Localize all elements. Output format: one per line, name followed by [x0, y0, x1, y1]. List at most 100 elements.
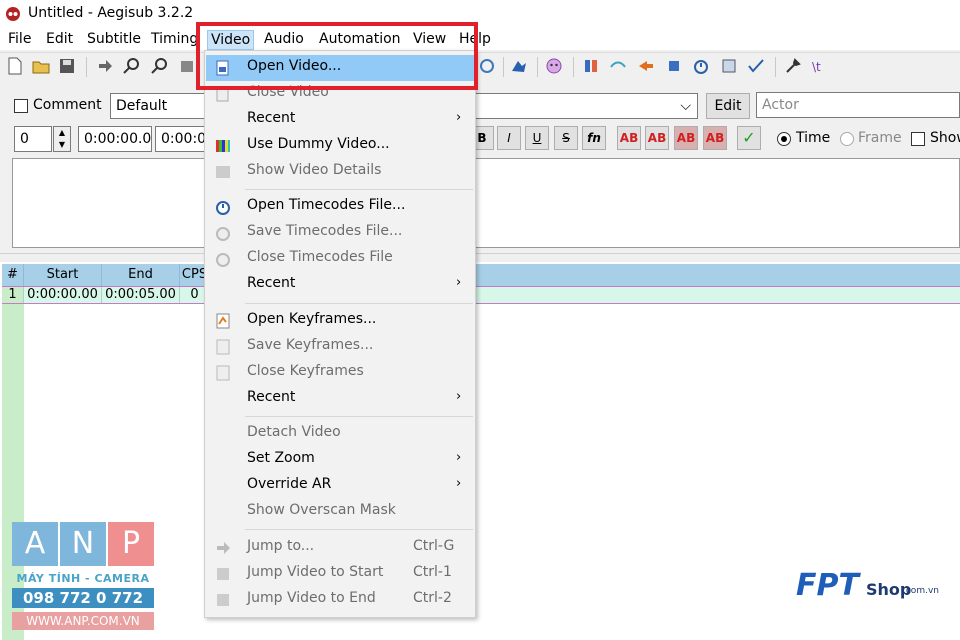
italic-button[interactable]: I — [497, 126, 521, 150]
keyframes-icon — [216, 313, 230, 329]
secondary-color-button[interactable]: AB — [645, 126, 669, 150]
layer-spinner[interactable]: ▲ ▼ — [53, 126, 71, 152]
menu-item-dummy-video[interactable]: Use Dummy Video... — [206, 133, 474, 159]
spellcheck-icon[interactable] — [747, 57, 765, 75]
automation-icon[interactable]: \t — [811, 57, 829, 75]
menu-item-save-keyframes[interactable]: Save Keyframes... — [206, 334, 474, 360]
menu-item-override-ar[interactable]: Override AR › — [206, 473, 474, 499]
comment-checkbox[interactable] — [14, 99, 28, 113]
submenu-arrow-icon: › — [456, 110, 462, 125]
save-keyframes-icon — [216, 339, 230, 355]
menu-item-label: Show Overscan Mask — [247, 502, 396, 518]
jump-end-icon — [217, 594, 229, 606]
menu-item-overscan-mask[interactable]: Show Overscan Mask — [206, 499, 474, 525]
anp-letter-p: P — [108, 522, 154, 566]
submenu-arrow-icon: › — [456, 389, 462, 404]
menu-item-close-keyframes[interactable]: Close Keyframes — [206, 360, 474, 386]
frame-radio[interactable] — [840, 132, 854, 146]
subtitle-text-editor[interactable] — [12, 158, 960, 248]
frame-radio-label: Frame — [858, 130, 902, 146]
save-icon[interactable] — [58, 57, 76, 75]
jump-arrow-icon — [217, 542, 230, 554]
resample-icon[interactable] — [478, 57, 496, 75]
options-icon[interactable] — [784, 57, 802, 75]
shadow-color-button[interactable]: AB — [703, 126, 727, 150]
grid-header-start: Start — [24, 264, 102, 286]
aegisub-app-icon — [6, 7, 20, 21]
menu-separator — [245, 416, 473, 417]
show-original-checkbox[interactable] — [911, 132, 925, 146]
menu-item-label: Save Timecodes File... — [247, 223, 403, 239]
menu-separator — [245, 189, 473, 190]
window-title: Untitled - Aegisub 3.2.2 — [28, 5, 194, 21]
menu-item-save-timecodes[interactable]: Save Timecodes File... — [206, 220, 474, 246]
snapshot-icon[interactable] — [178, 57, 196, 75]
menu-item-open-timecodes[interactable]: Open Timecodes File... — [206, 194, 474, 220]
menu-item-recent-timecodes[interactable]: Recent › — [206, 272, 474, 298]
table-row[interactable]: 1 0:00:00.00 0:00:05.00 0 — [2, 286, 960, 304]
menu-item-jump-end[interactable]: Jump Video to End Ctrl-2 — [206, 587, 474, 613]
translation-icon[interactable] — [510, 57, 528, 75]
menu-item-recent-video[interactable]: Recent › — [206, 107, 474, 133]
menu-item-label: Open Keyframes... — [247, 311, 377, 327]
end-time-field[interactable]: 0:00:05 — [155, 126, 209, 152]
menu-item-label: Jump to... — [247, 538, 315, 554]
menu-item-open-keyframes[interactable]: Open Keyframes... — [206, 308, 474, 334]
menu-item-label: Set Zoom — [247, 450, 315, 466]
commit-check-icon[interactable]: ✓ — [737, 126, 761, 150]
styles-icon[interactable] — [582, 57, 600, 75]
menu-item-label: Save Keyframes... — [247, 337, 374, 353]
toolbar-separator — [86, 57, 87, 77]
menu-item-label: Use Dummy Video... — [247, 136, 390, 152]
zoom-in-icon[interactable] — [122, 57, 140, 75]
menu-timing[interactable]: Timing — [148, 30, 201, 50]
open-folder-icon[interactable] — [32, 57, 50, 75]
menu-item-set-zoom[interactable]: Set Zoom › — [206, 447, 474, 473]
jump-icon[interactable] — [96, 57, 114, 75]
timecodes-icon — [216, 201, 230, 215]
menu-subtitle[interactable]: Subtitle — [84, 30, 144, 50]
show-original-label: Show — [930, 130, 960, 146]
layer-field[interactable]: 0 — [14, 126, 52, 152]
menu-item-label: Recent — [247, 275, 296, 291]
stop-icon[interactable] — [665, 57, 683, 75]
primary-color-button[interactable]: AB — [617, 126, 641, 150]
menu-item-label: Show Video Details — [247, 162, 382, 178]
toolbar-separator — [537, 57, 538, 77]
info-icon — [216, 166, 230, 178]
menu-item-detach-video[interactable]: Detach Video — [206, 421, 474, 447]
resolution-icon[interactable] — [720, 57, 738, 75]
attachments-icon[interactable] — [637, 57, 655, 75]
menu-item-shortcut: Ctrl-1 — [413, 564, 452, 580]
new-file-icon[interactable] — [6, 57, 24, 75]
grid-header-number: # — [2, 264, 24, 286]
anp-watermark: A N P MÁY TÍNH - CAMERA 098 772 0 772 WW… — [12, 522, 154, 632]
menu-item-close-timecodes[interactable]: Close Timecodes File — [206, 246, 474, 272]
menu-edit[interactable]: Edit — [43, 30, 76, 50]
title-bar: Untitled - Aegisub 3.2.2 — [0, 0, 960, 28]
menu-item-jump-start[interactable]: Jump Video to Start Ctrl-1 — [206, 561, 474, 587]
menu-item-jump-to[interactable]: Jump to... Ctrl-G — [206, 535, 474, 561]
menu-item-video-details[interactable]: Show Video Details — [206, 159, 474, 185]
font-button[interactable]: fn — [582, 126, 606, 150]
timer-icon[interactable] — [692, 57, 710, 75]
menu-item-label: Override AR — [247, 476, 332, 492]
save-timecodes-icon — [216, 227, 230, 241]
strikeout-button[interactable]: S — [554, 126, 578, 150]
actor-field[interactable]: Actor — [756, 92, 960, 118]
edit-style-button[interactable]: Edit — [706, 93, 750, 119]
fpt-shop-logo: FPT Shop .com.vn — [796, 568, 939, 608]
menu-item-recent-keyframes[interactable]: Recent › — [206, 386, 474, 412]
underline-button[interactable]: U — [525, 126, 549, 150]
menu-file[interactable]: File — [5, 30, 34, 50]
time-radio[interactable] — [777, 132, 791, 146]
menu-item-label: Recent — [247, 389, 296, 405]
anp-phone: 098 772 0 772 — [12, 588, 154, 608]
fonts-icon[interactable] — [609, 57, 627, 75]
outline-color-button[interactable]: AB — [674, 126, 698, 150]
character-icon[interactable] — [545, 57, 563, 75]
zoom-out-icon[interactable] — [150, 57, 168, 75]
time-radio-label: Time — [796, 130, 831, 146]
start-time-field[interactable]: 0:00:00.00 — [78, 126, 152, 152]
menu-item-label: Jump Video to End — [247, 590, 376, 606]
